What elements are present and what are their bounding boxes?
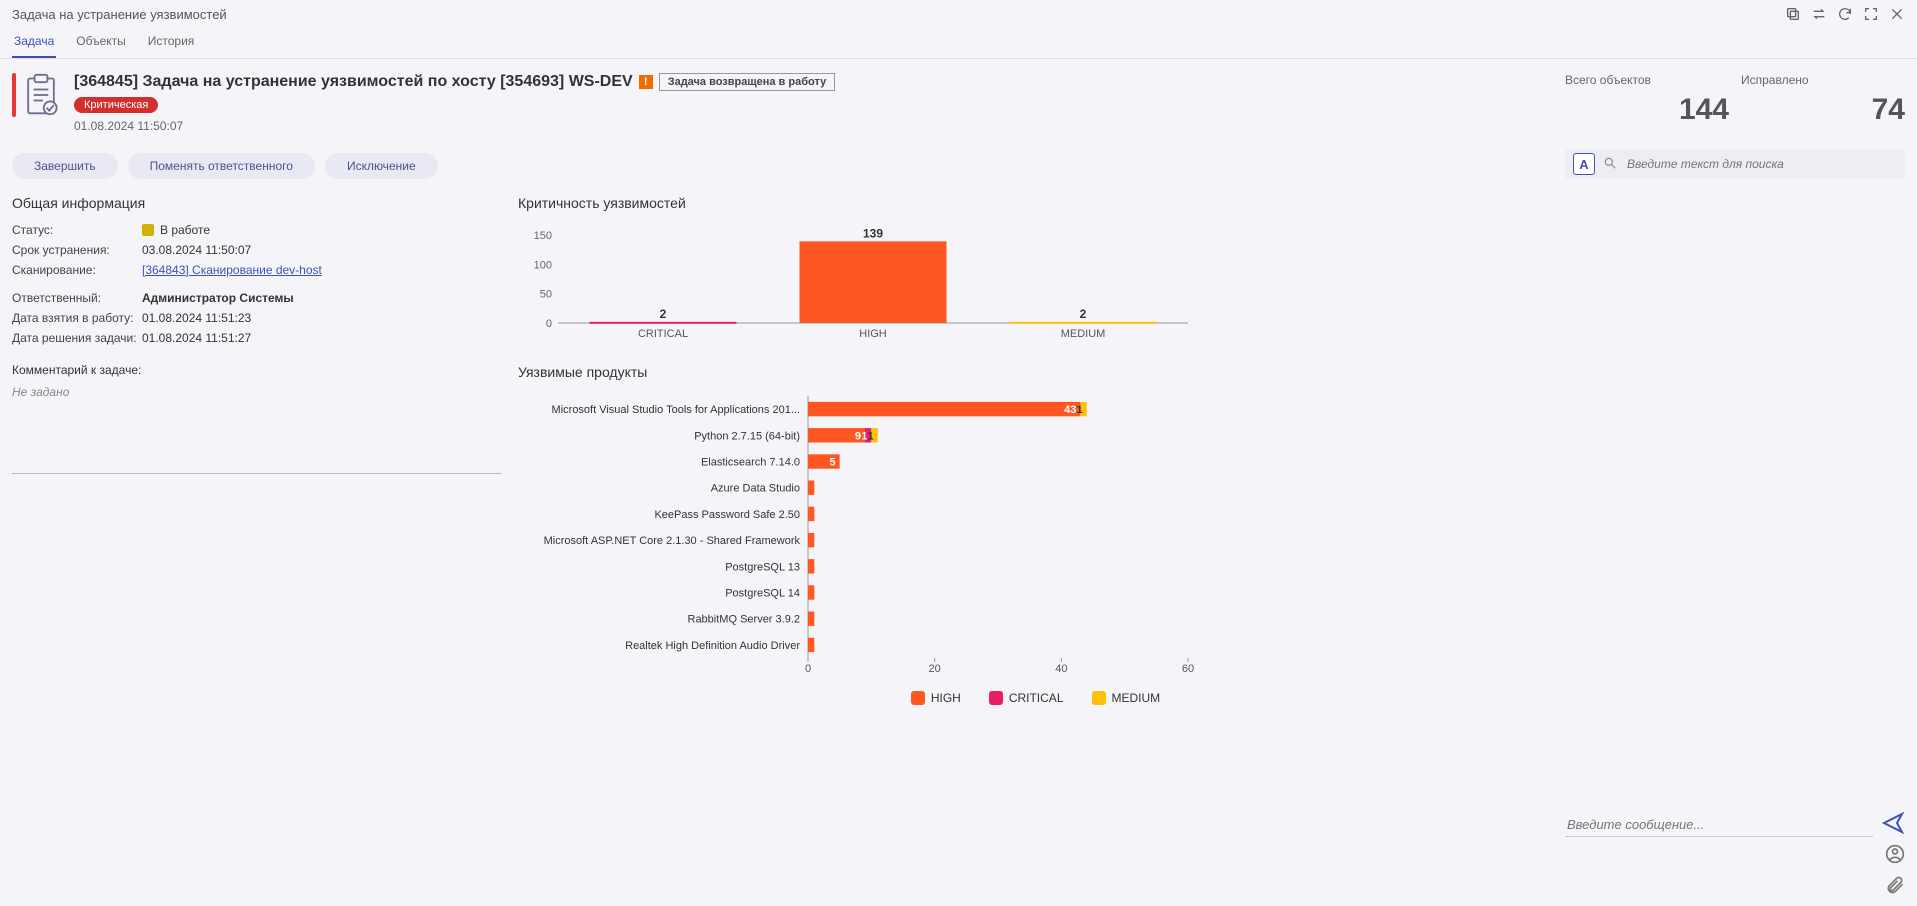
info-section-title: Общая информация <box>12 195 502 211</box>
assignee-label: Ответственный: <box>12 291 142 305</box>
svg-text:CRITICAL: CRITICAL <box>638 328 688 340</box>
svg-text:1: 1 <box>861 430 867 442</box>
attachment-icon[interactable] <box>1885 875 1905 898</box>
assignee-value: Администратор Системы <box>142 291 502 305</box>
svg-text:100: 100 <box>534 259 552 271</box>
tab-task[interactable]: Задача <box>12 28 56 58</box>
svg-text:Microsoft Visual Studio Tools: Microsoft Visual Studio Tools for Applic… <box>552 404 800 416</box>
scan-label: Сканирование: <box>12 263 142 277</box>
products-chart: 0 20 40 60 Microsoft Visual Studio Tools for… <box>518 392 1198 682</box>
svg-text:0: 0 <box>546 318 552 330</box>
svg-text:Realtek High Definition Audio: Realtek High Definition Audio Driver <box>625 640 800 652</box>
scan-link[interactable]: [364843] Сканирование dev-host <box>142 263 322 277</box>
comment-value[interactable]: Не задано <box>12 385 502 474</box>
svg-text:0: 0 <box>805 663 811 675</box>
sync-icon[interactable] <box>1811 6 1827 22</box>
products-chart-legend: HIGH CRITICAL MEDIUM <box>518 691 1553 705</box>
user-icon[interactable] <box>1885 844 1905 867</box>
solved-value: 01.08.2024 11:51:27 <box>142 331 502 345</box>
close-icon[interactable] <box>1889 6 1905 22</box>
svg-text:1: 1 <box>868 430 874 442</box>
warning-icon: ! <box>639 75 653 89</box>
legend-item: CRITICAL <box>989 691 1064 705</box>
svg-text:43: 43 <box>1064 404 1076 416</box>
search-icon <box>1603 156 1617 173</box>
criticality-chart: 0 50 100 150 2 CRITICAL 139 HIGH 2 MEDIUM <box>518 223 1198 343</box>
complete-button[interactable]: Завершить <box>12 153 118 179</box>
svg-text:2: 2 <box>1080 307 1087 321</box>
svg-text:Microsoft ASP.NET Core 2.1.30: Microsoft ASP.NET Core 2.1.30 - Shared F… <box>544 535 801 547</box>
counter-total-label: Всего объектов <box>1565 73 1729 87</box>
task-title: [364845] Задача на устранение уязвимосте… <box>74 73 633 91</box>
legend-item: HIGH <box>911 691 961 705</box>
search-input[interactable] <box>1625 156 1897 172</box>
svg-text:PostgreSQL 14: PostgreSQL 14 <box>725 588 800 600</box>
status-label: Статус: <box>12 223 142 237</box>
comment-label: Комментарий к задаче: <box>12 363 502 377</box>
maximize-icon[interactable] <box>1863 6 1879 22</box>
svg-text:9: 9 <box>855 430 861 442</box>
svg-text:MEDIUM: MEDIUM <box>1061 328 1106 340</box>
svg-text:Elasticsearch 7.14.0: Elasticsearch 7.14.0 <box>701 457 800 469</box>
task-icon <box>12 73 60 117</box>
svg-text:150: 150 <box>534 230 552 242</box>
svg-text:50: 50 <box>540 289 552 301</box>
products-chart-title: Уязвимые продукты <box>518 364 1553 380</box>
letter-filter-icon[interactable]: A <box>1573 153 1595 175</box>
copy-icon[interactable] <box>1785 6 1801 22</box>
window-title: Задача на устранение уязвимостей <box>12 7 227 22</box>
svg-text:KeePass Password Safe 2.50: KeePass Password Safe 2.50 <box>654 509 800 521</box>
counter-fixed-label: Исправлено <box>1741 73 1905 87</box>
priority-badge: Критическая <box>74 97 158 113</box>
reassign-button[interactable]: Поменять ответственного <box>128 153 315 179</box>
tab-history[interactable]: История <box>146 28 197 58</box>
taken-value: 01.08.2024 11:51:23 <box>142 311 502 325</box>
status-value: В работе <box>142 223 502 237</box>
svg-text:40: 40 <box>1055 663 1067 675</box>
svg-text:139: 139 <box>863 226 883 240</box>
svg-text:PostgreSQL 13: PostgreSQL 13 <box>725 561 800 573</box>
task-created-timestamp: 01.08.2024 11:50:07 <box>74 119 1553 133</box>
svg-text:RabbitMQ Server 3.9.2: RabbitMQ Server 3.9.2 <box>688 614 801 626</box>
returned-badge: Задача возвращена в работу <box>659 73 836 91</box>
svg-text:Python 2.7.15 (64-bit): Python 2.7.15 (64-bit) <box>694 430 800 442</box>
refresh-icon[interactable] <box>1837 6 1853 22</box>
taken-label: Дата взятия в работу: <box>12 311 142 325</box>
tab-objects[interactable]: Объекты <box>74 28 128 58</box>
svg-text:20: 20 <box>929 663 941 675</box>
svg-text:60: 60 <box>1182 663 1194 675</box>
message-list <box>1565 179 1905 811</box>
solved-label: Дата решения задачи: <box>12 331 142 345</box>
status-color-icon <box>142 224 154 236</box>
exclude-button[interactable]: Исключение <box>325 153 438 179</box>
deadline-value: 03.08.2024 11:50:07 <box>142 243 502 257</box>
svg-text:5: 5 <box>830 457 836 469</box>
svg-text:HIGH: HIGH <box>859 328 887 340</box>
svg-text:2: 2 <box>660 307 667 321</box>
counter-fixed-value: 74 <box>1741 93 1905 127</box>
deadline-label: Срок устранения: <box>12 243 142 257</box>
criticality-chart-title: Критичность уязвимостей <box>518 195 1553 211</box>
counter-total-value: 144 <box>1565 93 1729 127</box>
svg-text:1: 1 <box>1077 404 1083 416</box>
message-input[interactable] <box>1565 813 1873 837</box>
svg-text:Azure Data Studio: Azure Data Studio <box>711 483 800 495</box>
send-icon[interactable] <box>1881 811 1905 838</box>
legend-item: MEDIUM <box>1092 691 1161 705</box>
